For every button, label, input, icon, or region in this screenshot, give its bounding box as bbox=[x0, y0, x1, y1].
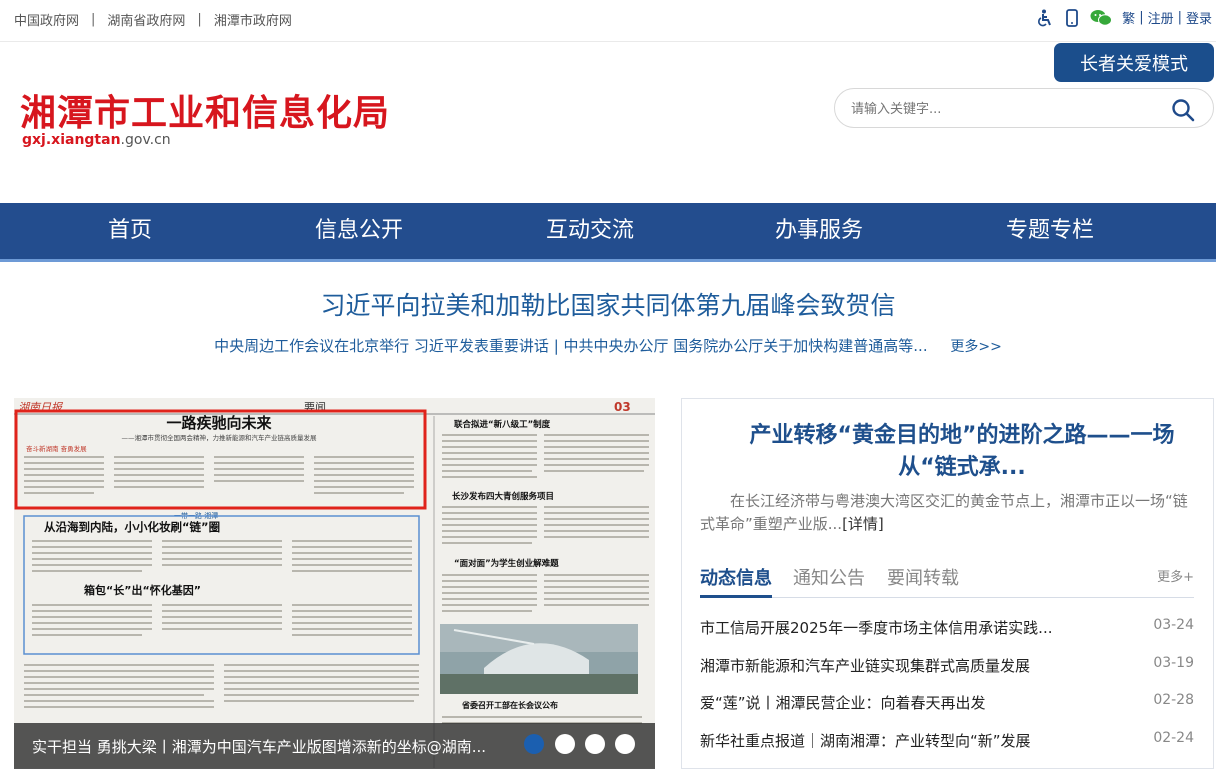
news-title[interactable]: 湘潭市新能源和汽车产业链实现集群式高质量发展 bbox=[700, 655, 1030, 676]
domain-rest: .gov.cn bbox=[120, 132, 171, 148]
site-domain: gxj.xiangtan.gov.cn bbox=[22, 132, 171, 148]
paper-head2: 从沿海到内陆，小小化妆刷“链”圈 bbox=[44, 520, 220, 534]
featured-description: 在长江经济带与粤港澳大湾区交汇的黄金节点上，湘潭市正以一场“链式革命”重塑产业版… bbox=[700, 490, 1190, 536]
news-tabs: 动态信息 通知公告 要闻转载 更多+ bbox=[700, 564, 1194, 598]
carousel-dot-2[interactable] bbox=[555, 734, 575, 754]
news-date: 03-24 bbox=[1153, 617, 1194, 633]
newspaper-image: 湖南日报 要闻 03 一路疾驰向未来 ——湘潭市贯彻全国两会精神，力推新能源和汽… bbox=[14, 398, 655, 768]
news-title[interactable]: 爱“莲”说丨湘潭民营企业：向着春天再出发 bbox=[700, 692, 986, 713]
search-icon[interactable] bbox=[1171, 98, 1195, 122]
link-central-gov[interactable]: 中国政府网 bbox=[14, 10, 79, 29]
gov-links: 中国政府网 | 湖南省政府网 | 湘潭市政府网 bbox=[14, 10, 292, 29]
paper-page-number: 03 bbox=[614, 400, 631, 414]
news-title[interactable]: 市工信局开展2025年一季度市场主体信用承诺实践... bbox=[700, 617, 1052, 638]
paper-right-head4: 省委召开工部在长会议公布 bbox=[461, 700, 558, 710]
tab-dynamic-info[interactable]: 动态信息 bbox=[700, 564, 772, 598]
domain-bold: gxj.xiangtan bbox=[22, 132, 121, 148]
accessibility-icon[interactable] bbox=[1036, 9, 1054, 27]
paper-sub-head: ——湘潭市贯彻全国两会精神，力推新能源和汽车产业链高质量发展 bbox=[122, 433, 318, 442]
tab-notices[interactable]: 通知公告 bbox=[793, 564, 865, 598]
paper-head3: 箱包“长”出“怀化基因” bbox=[84, 583, 201, 597]
login-link[interactable]: 登录 bbox=[1186, 8, 1212, 27]
separator: | bbox=[91, 12, 96, 27]
separator: | bbox=[1139, 10, 1144, 25]
elder-mode-button[interactable]: 长者关爱模式 bbox=[1054, 43, 1214, 82]
sub-news: 中央周边工作会议在北京举行 习近平发表重要讲话 | 中共中央办公厅 国务院办公厅… bbox=[0, 335, 1216, 356]
register-link[interactable]: 注册 bbox=[1148, 8, 1174, 27]
paper-tag: 奋斗新湖南 奋勇发展 bbox=[26, 444, 87, 453]
news-item[interactable]: 市工信局开展2025年一季度市场主体信用承诺实践... 03-24 bbox=[700, 617, 1194, 641]
featured-desc-text: 在长江经济带与粤港澳大湾区交汇的黄金节点上，湘潭市正以一场“链式革命”重塑产业版… bbox=[700, 492, 1188, 533]
paper-right-head2: 长沙发布四大青创服务项目 bbox=[452, 491, 554, 502]
nav-services[interactable]: 办事服务 bbox=[749, 203, 889, 259]
sub-news-link[interactable]: 中央周边工作会议在北京举行 习近平发表重要讲话 | 中共中央办公厅 国务院办公厅… bbox=[214, 337, 927, 355]
nav-interaction[interactable]: 互动交流 bbox=[520, 203, 660, 259]
image-carousel[interactable]: 湖南日报 要闻 03 一路疾驰向未来 ——湘潭市贯彻全国两会精神，力推新能源和汽… bbox=[14, 398, 655, 768]
tab-news-reprint[interactable]: 要闻转载 bbox=[887, 564, 959, 598]
link-xiangtan-gov[interactable]: 湘潭市政府网 bbox=[214, 10, 292, 29]
carousel-dot-1[interactable] bbox=[524, 734, 544, 754]
news-date: 02-28 bbox=[1153, 692, 1194, 708]
featured-title[interactable]: 产业转移“黄金目的地”的进阶之路——一场从“链式承... bbox=[722, 420, 1202, 484]
nav-home[interactable]: 首页 bbox=[60, 203, 200, 259]
carousel-dot-4[interactable] bbox=[615, 734, 635, 754]
carousel-dot-3[interactable] bbox=[585, 734, 605, 754]
paper-main-head: 一路疾驰向未来 bbox=[166, 414, 272, 432]
wechat-icon[interactable] bbox=[1090, 9, 1113, 27]
traditional-chinese-link[interactable]: 繁 bbox=[1122, 8, 1135, 27]
nav-info-disclosure[interactable]: 信息公开 bbox=[289, 203, 429, 259]
main-nav: 首页 信息公开 互动交流 办事服务 专题专栏 bbox=[0, 203, 1216, 262]
news-item[interactable]: 湘潭市新能源和汽车产业链实现集群式高质量发展 03-19 bbox=[700, 655, 1194, 679]
carousel-caption[interactable]: 实干担当 勇挑大梁丨湘潭为中国汽车产业版图增添新的坐标@湖南... bbox=[32, 736, 486, 757]
separator: | bbox=[1177, 10, 1182, 25]
news-item[interactable]: 新华社重点报道｜湖南湘潭：产业转型向“新”发展 02-24 bbox=[700, 730, 1194, 754]
search-box bbox=[834, 88, 1214, 128]
site-title: 湘潭市工业和信息化局 bbox=[20, 93, 391, 134]
headline-link[interactable]: 习近平向拉美和加勒比国家共同体第九届峰会致贺信 bbox=[0, 286, 1216, 322]
link-hunan-gov[interactable]: 湖南省政府网 bbox=[107, 10, 185, 29]
news-date: 03-19 bbox=[1153, 655, 1194, 671]
paper-right-head3: “面对面”为学生创业解难题 bbox=[454, 558, 559, 569]
news-item[interactable]: 爱“莲”说丨湘潭民营企业：向着春天再出发 02-28 bbox=[700, 692, 1194, 716]
more-news-link[interactable]: 更多>> bbox=[950, 339, 1001, 355]
user-tools: 繁 | 注册 | 登录 bbox=[1027, 8, 1212, 27]
top-bar: 中国政府网 | 湖南省政府网 | 湘潭市政府网 繁 | 注册 | 登录 bbox=[0, 0, 1216, 42]
more-link[interactable]: 更多+ bbox=[1157, 566, 1194, 585]
news-title[interactable]: 新华社重点报道｜湖南湘潭：产业转型向“新”发展 bbox=[700, 730, 1031, 751]
separator: | bbox=[197, 12, 202, 27]
paper-right-head1: 联合拟进“新八级工”制度 bbox=[454, 419, 551, 430]
nav-special-topics[interactable]: 专题专栏 bbox=[980, 203, 1120, 259]
detail-link[interactable]: [详情] bbox=[842, 515, 884, 533]
search-input[interactable] bbox=[851, 98, 1151, 120]
mobile-icon[interactable] bbox=[1063, 8, 1081, 27]
news-date: 02-24 bbox=[1153, 730, 1194, 746]
